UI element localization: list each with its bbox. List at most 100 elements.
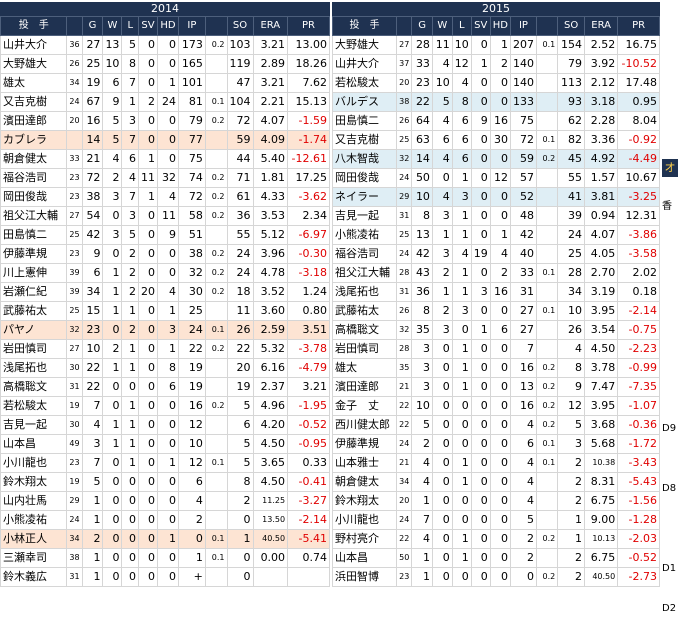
cell-g: 50 [411,168,433,188]
cell-age: 26 [396,301,413,321]
cell-era: 2.37 [252,377,289,397]
cell-g: 35 [411,320,433,340]
cell-hd: 0 [157,548,179,568]
cell-l: 2 [121,244,140,264]
cell-w: 4 [431,111,453,131]
cell-ip-frac: 0.1 [535,301,559,321]
cell-era: 3.21 [252,35,289,55]
cell-g: 42 [81,225,104,245]
cell-age: 24 [66,510,83,530]
cell-pr: -7.35 [617,377,660,397]
cell-sv: 0 [138,567,159,587]
cell-ip: 40 [509,244,537,264]
cell-w: 4 [431,187,453,207]
cell-g: 7 [81,453,104,473]
panel-2015: 2015 投 手 G W L SV HD IP SO ERA PR 大野雄大 27 28 11 10 0 1 20… [331,2,660,587]
cell-g: 25 [81,54,104,74]
cell-hd: 4 [157,282,179,302]
table-row: カブレラ 14 5 7 0 0 77 59 4.09 -1.74 [0,130,330,150]
cell-age: 22 [396,396,413,416]
cell-ip-frac [204,491,228,511]
cell-era: 1.81 [252,168,289,188]
cell-ip-frac [204,54,228,74]
cell-g: 2 [81,529,104,549]
cell-age: 21 [396,453,413,473]
cell-so: 24 [557,225,586,245]
cell-so: 19 [226,377,254,397]
cell-ip-frac [204,358,228,378]
cell-l: 0 [121,472,140,492]
cell-l: 0 [451,434,472,454]
cell-w: 0 [102,453,123,473]
cell-g: 1 [81,491,104,511]
cell-pr: -3.27 [287,491,330,511]
cell-pr: 0.18 [617,282,660,302]
cell-pr: -4.79 [287,358,330,378]
cell-name: 武藤祐太 [0,301,68,321]
cell-l: 7 [121,130,140,150]
cell-hd: 1 [157,301,179,321]
cell-era: 2.12 [584,73,619,93]
cell-g: 1 [81,567,104,587]
cell-l: 1 [451,377,472,397]
cell-ip: 33 [509,263,537,283]
cell-hd: 16 [489,111,511,131]
cell-age: 26 [396,111,413,131]
cell-era: 6.75 [584,491,619,511]
cell-l: 0 [451,567,472,587]
cell-ip: 48 [509,206,537,226]
cell-hd: 12 [489,168,511,188]
cell-g: 19 [81,73,104,93]
cell-hd: 0 [157,244,179,264]
cell-sv: 0 [138,510,159,530]
cell-ip-frac: 0.2 [204,396,228,416]
cell-hd: 8 [157,358,179,378]
cell-g: 3 [411,377,433,397]
cell-l: 3 [121,111,140,131]
cell-age: 32 [66,320,83,340]
cell-era: 2.28 [584,111,619,131]
cell-hd: 0 [489,187,511,207]
cell-ip: 16 [509,396,537,416]
cell-hd: 2 [489,54,511,74]
cell-so: 2 [557,453,586,473]
cell-ip-frac: 0.2 [535,377,559,397]
cell-w: 10 [102,54,123,74]
cell-so: 12 [557,396,586,416]
cell-so: 8 [226,472,254,492]
cell-era: 40.50 [584,567,619,587]
cell-ip-frac [204,377,228,397]
cell-era: 5.12 [252,225,289,245]
cell-pr: -10.52 [617,54,660,74]
cell-ip-frac: 0.2 [535,567,559,587]
cell-w: 4 [431,149,453,169]
cell-age: 20 [396,491,413,511]
cell-so: 5 [226,434,254,454]
table-row: 岩田慎司 28 3 0 1 0 0 7 4 4.50 -2.23 [331,339,660,359]
cell-hd: 32 [157,168,179,188]
cell-ip: 58 [177,206,206,226]
cell-ip-frac: 0.2 [204,206,228,226]
cell-sv: 2 [138,92,159,112]
cell-w: 0 [431,567,453,587]
cell-sv: 0 [138,73,159,93]
cell-name: 浅尾拓也 [0,358,68,378]
cell-ip: 16 [509,358,537,378]
cell-age: 27 [66,339,83,359]
cell-era: 9.00 [584,510,619,530]
cell-ip: 16 [177,396,206,416]
cell-w: 1 [102,415,123,435]
table-row: 山内壮馬 29 1 0 0 0 0 4 2 11.25 -3.27 [0,491,330,511]
cell-pr: -3.18 [287,263,330,283]
cell-l: 1 [121,358,140,378]
cell-pr: -0.30 [287,244,330,264]
cell-name: 大野雄大 [0,54,68,74]
cell-w: 11 [431,35,453,55]
cell-name: 福谷浩司 [0,168,68,188]
cell-age: 23 [66,453,83,473]
cell-l: 8 [451,92,472,112]
cell-so: 3 [557,434,586,454]
cell-ip: 6 [509,434,537,454]
col-header-so: SO [557,16,586,36]
cell-w: 5 [431,92,453,112]
